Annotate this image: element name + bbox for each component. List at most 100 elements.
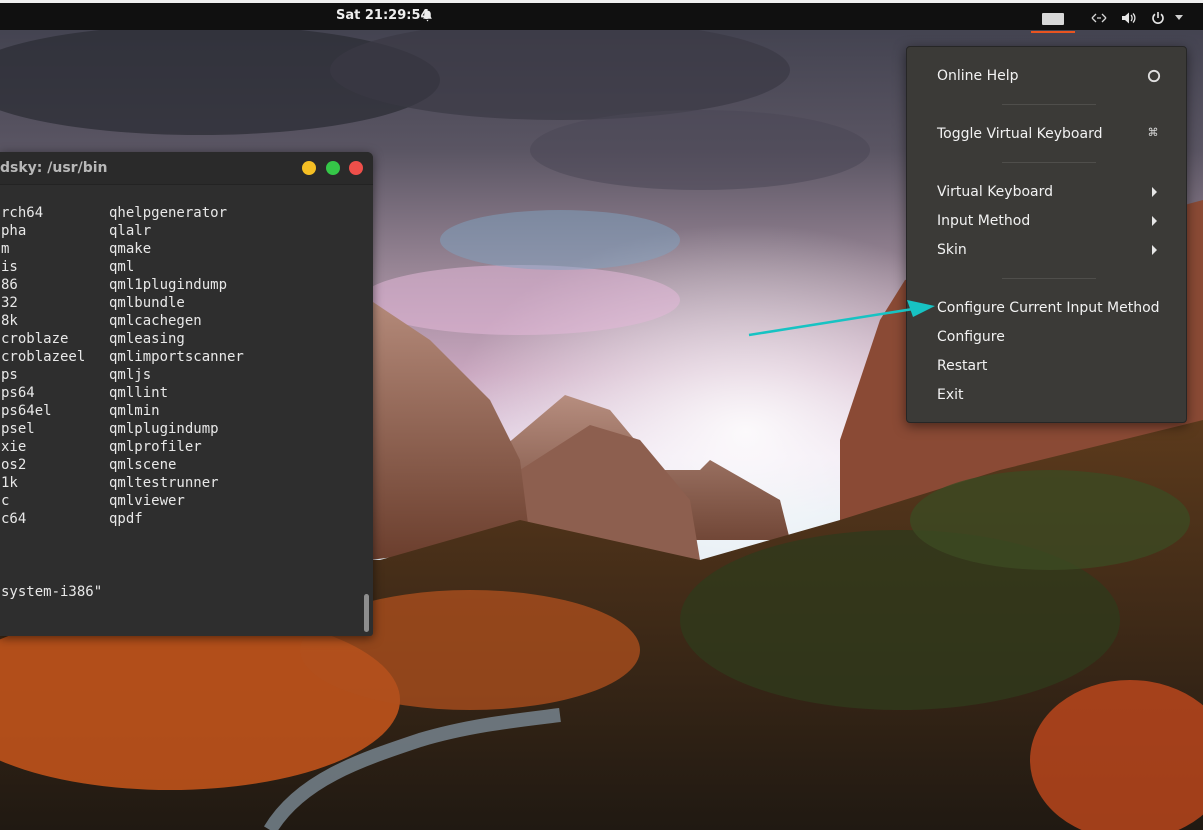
terminal-window[interactable]: dsky: /usr/bin rch64 qhelpgenerator pha ql… <box>0 152 373 636</box>
menu-item-label: Online Help <box>937 68 1019 84</box>
terminal-line: psel qmlplugindump <box>0 420 360 438</box>
terminal-cell: qpdf <box>109 511 143 527</box>
terminal-cell: qlalr <box>109 223 152 239</box>
terminal-cell: 8k <box>1 313 18 329</box>
terminal-titlebar[interactable]: dsky: /usr/bin <box>0 152 373 185</box>
menu-item-label: Exit <box>937 387 964 403</box>
maximize-button[interactable] <box>326 161 340 175</box>
chevron-right-icon <box>1152 216 1157 226</box>
keyboard-indicator-icon[interactable] <box>1031 6 1075 33</box>
terminal-line: c qmlviewer <box>0 492 360 510</box>
terminal-cell: qmlscene <box>109 457 177 473</box>
terminal-cell: psel <box>1 421 35 437</box>
terminal-cell: qmlimportscanner <box>109 349 244 365</box>
terminal-cell: ps64el <box>1 403 52 419</box>
terminal-cell: qmljs <box>109 367 152 383</box>
annotation-arrow <box>748 300 935 337</box>
menu-item-virtual-keyboard[interactable]: Virtual Keyboard <box>907 178 1186 206</box>
terminal-cell: qml1plugindump <box>109 277 228 293</box>
terminal-line: croblaze qmleasing <box>0 330 360 348</box>
terminal-cell: rch64 <box>1 205 44 221</box>
minimize-button[interactable] <box>302 161 316 175</box>
menu-item-label: Restart <box>937 358 988 374</box>
menu-item-configure-current-input-method[interactable]: Configure Current Input Method <box>907 294 1186 322</box>
menu-item-label: Virtual Keyboard <box>937 184 1054 200</box>
terminal-cell: c64 <box>1 511 27 527</box>
menu-item-restart[interactable]: Restart <box>907 352 1186 380</box>
terminal-cell: croblazeel <box>1 349 86 365</box>
volume-icon[interactable] <box>1121 11 1137 25</box>
help-icon <box>1147 69 1161 83</box>
alarm-icon <box>423 10 432 22</box>
terminal-line: xie qmlprofiler <box>0 438 360 456</box>
terminal-line: m qmake <box>0 240 360 258</box>
chevron-right-icon <box>1152 187 1157 197</box>
terminal-cell: croblaze <box>1 331 69 347</box>
menu-item-label: Configure Current Input Method <box>937 300 1160 316</box>
menu-item-configure[interactable]: Configure <box>907 323 1186 351</box>
power-icon[interactable] <box>1150 11 1166 25</box>
terminal-cell: c <box>1 493 10 509</box>
terminal-cell: is <box>1 259 18 275</box>
terminal-cell: qhelpgenerator <box>109 205 228 221</box>
chevron-right-icon <box>1152 245 1157 255</box>
terminal-line: pha qlalr <box>0 222 360 240</box>
command-key-icon: ⌘ <box>1147 126 1159 139</box>
terminal-cell: qmltestrunner <box>109 475 219 491</box>
terminal-title: dsky: /usr/bin <box>0 160 108 176</box>
menu-item-skin[interactable]: Skin <box>907 236 1186 264</box>
menu-separator <box>1002 278 1096 279</box>
terminal-line: is qml <box>0 258 360 276</box>
close-button[interactable] <box>349 161 363 175</box>
menu-separator <box>1002 104 1096 105</box>
terminal-cell: 32 <box>1 295 18 311</box>
clock[interactable]: Sat 21:29:54 <box>336 8 430 23</box>
terminal-cell: qmlcachegen <box>109 313 202 329</box>
terminal-cell: os2 <box>1 457 27 473</box>
terminal-cell: qmlbundle <box>109 295 185 311</box>
menu-item-online-help[interactable]: Online Help <box>907 62 1186 90</box>
terminal-scrollbar[interactable] <box>364 594 369 632</box>
terminal-cell: qmlviewer <box>109 493 185 509</box>
terminal-cell: pha <box>1 223 27 239</box>
terminal-cell: qmake <box>109 241 152 257</box>
active-indicator <box>1031 31 1075 33</box>
terminal-line: 86 qml1plugindump <box>0 276 360 294</box>
terminal-line: rch64 qhelpgenerator <box>0 204 360 222</box>
terminal-line: 32 qmlbundle <box>0 294 360 312</box>
terminal-cell: ps64 <box>1 385 35 401</box>
terminal-line: ps64 qmllint <box>0 384 360 402</box>
terminal-cell: qmllint <box>109 385 169 401</box>
menu-item-toggle-virtual-keyboard[interactable]: Toggle Virtual Keyboard ⌘ <box>907 120 1186 148</box>
terminal-line: 8k qmlcachegen <box>0 312 360 330</box>
terminal-cell: qmlprofiler <box>109 439 202 455</box>
terminal-line: ps64el qmlmin <box>0 402 360 420</box>
network-icon[interactable] <box>1091 11 1107 25</box>
terminal-line: croblazeel qmlimportscanner <box>0 348 360 366</box>
terminal-cell: qml <box>109 259 135 275</box>
input-method-menu: Online Help Toggle Virtual Keyboard ⌘ Vi… <box>906 46 1187 423</box>
menu-item-exit[interactable]: Exit <box>907 381 1186 409</box>
menu-item-label: Skin <box>937 242 967 258</box>
terminal-line: os2 qmlscene <box>0 456 360 474</box>
terminal-cell: m <box>1 241 10 257</box>
terminal-line: ps qmljs <box>0 366 360 384</box>
terminal-cell: qmlmin <box>109 403 160 419</box>
keyboard-glyph <box>1042 13 1064 25</box>
top-panel: Sat 21:29:54 <box>0 0 1203 33</box>
menu-separator <box>1002 162 1096 163</box>
menu-item-label: Configure <box>937 329 1005 345</box>
caret-down-icon[interactable] <box>1174 14 1184 22</box>
terminal-cell: 1k <box>1 475 18 491</box>
terminal-last-line: system-i386" <box>1 584 103 600</box>
menu-item-input-method[interactable]: Input Method <box>907 207 1186 235</box>
menu-item-label: Toggle Virtual Keyboard <box>937 126 1103 142</box>
terminal-cell: 86 <box>1 277 18 293</box>
terminal-cell: qmlplugindump <box>109 421 219 437</box>
terminal-cell: ps <box>1 367 18 383</box>
terminal-output: rch64 qhelpgenerator pha qlalr m qmake is qm… <box>0 204 360 528</box>
menu-item-label: Input Method <box>937 213 1031 229</box>
terminal-cell: xie <box>1 439 27 455</box>
terminal-line: 1k qmltestrunner <box>0 474 360 492</box>
terminal-line: c64 qpdf <box>0 510 360 528</box>
